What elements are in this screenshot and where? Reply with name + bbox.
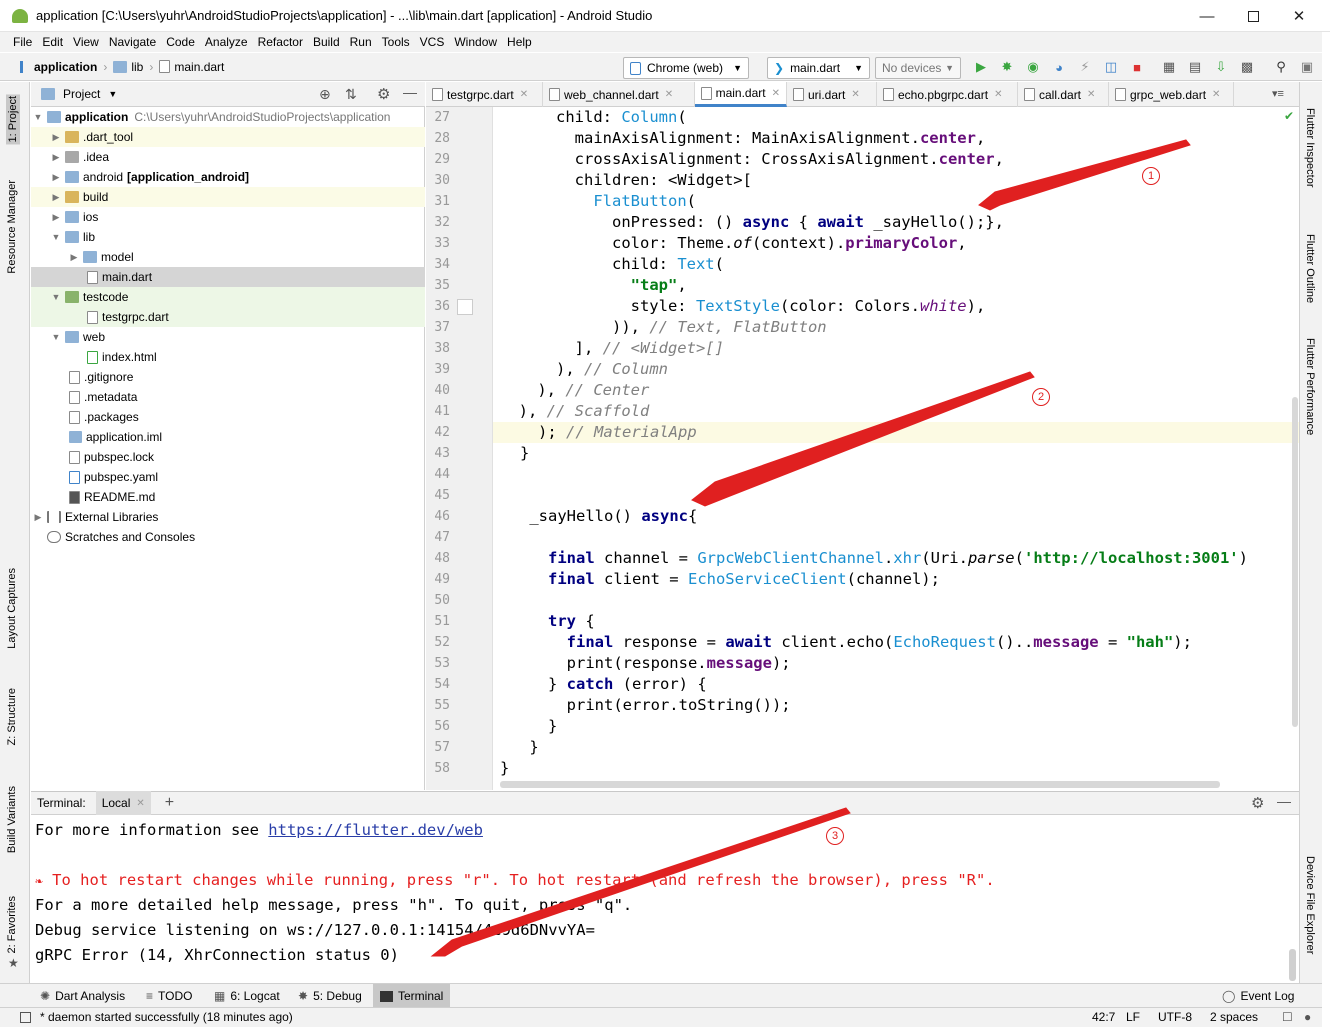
annotation-arrows [430, 139, 1191, 957]
annotation-arrow-2 [691, 371, 1035, 507]
annotation-arrow-3 [430, 807, 851, 957]
annotation-badge-3: 3 [826, 827, 844, 845]
annotation-badge-2: 2 [1032, 388, 1050, 406]
annotation-badge-1: 1 [1142, 167, 1160, 185]
